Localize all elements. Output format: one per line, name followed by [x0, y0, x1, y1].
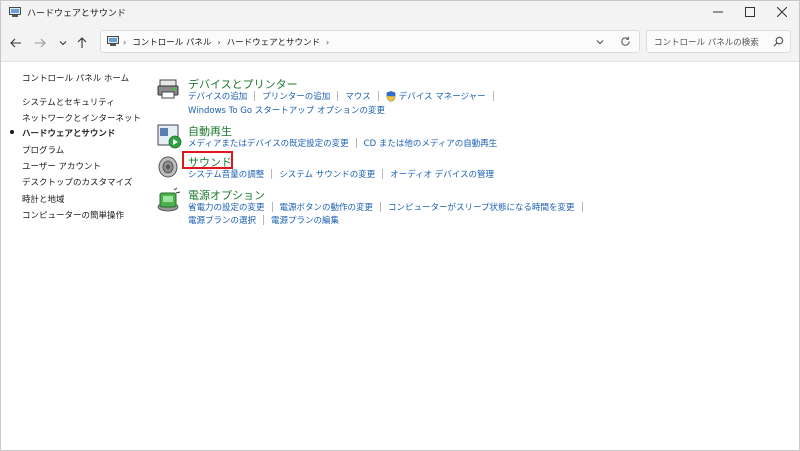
chevron-down-icon	[59, 41, 67, 46]
change-sleep-time-link[interactable]: コンピューターがスリープ状態になる時間を変更	[388, 201, 575, 213]
arrow-right-icon	[35, 38, 46, 48]
autoplay-icon	[157, 124, 182, 149]
arrow-up-icon	[77, 37, 87, 48]
change-system-sounds-link[interactable]: システム サウンドの変更	[279, 168, 375, 180]
search-box[interactable]: コントロール パネルの検索	[646, 30, 791, 53]
link-separator	[337, 91, 339, 101]
sound-highlight-box	[182, 151, 233, 169]
link-separator	[355, 138, 357, 148]
back-button[interactable]	[9, 36, 23, 50]
breadcrumb: › コントロール パネル › ハードウェアとサウンド ›	[123, 36, 335, 49]
speaker-icon	[158, 156, 178, 178]
link-separator	[254, 91, 256, 101]
adjust-system-volume-link[interactable]: システム音量の調整	[188, 168, 264, 180]
printer-icon	[157, 79, 179, 99]
windows-to-go-link[interactable]: Windows To Go スタートアップ オプションの変更	[188, 104, 385, 116]
sound-links: システム音量の調整 システム サウンドの変更 オーディオ デバイスの管理	[188, 168, 494, 180]
nav-item-clock-region[interactable]: 時計と地域	[22, 193, 65, 205]
close-icon	[777, 7, 787, 17]
autoplay-links: メディアまたはデバイスの既定設定の変更 CD または他のメディアの自動再生	[188, 137, 497, 149]
address-bar[interactable]: › コントロール パネル › ハードウェアとサウンド ›	[100, 30, 640, 53]
close-button[interactable]	[765, 1, 799, 23]
search-icon[interactable]	[773, 36, 784, 47]
control-panel-window: ハードウェアとサウンド › コントロール パネル › ハードウェアとサウンド ›…	[0, 0, 800, 451]
edit-power-plan-link[interactable]: 電源プランの編集	[271, 214, 339, 226]
nav-item-programs[interactable]: プログラム	[22, 144, 64, 156]
chevron-down-icon[interactable]	[595, 37, 605, 47]
up-button[interactable]	[75, 36, 89, 50]
power-options-links: 省電力の設定の変更 電源ボタンの動作の変更 コンピューターがスリープ状態になる時…	[188, 201, 590, 213]
recent-locations-button[interactable]	[56, 36, 70, 50]
title-bar: ハードウェアとサウンド	[1, 1, 799, 25]
link-separator	[492, 91, 494, 101]
link-separator	[380, 202, 382, 212]
breadcrumb-hardware-sound[interactable]: ハードウェアとサウンド	[227, 36, 320, 48]
control-panel-icon	[9, 7, 21, 17]
search-input[interactable]: コントロール パネルの検索	[654, 36, 759, 48]
chevron-right-icon: ›	[123, 37, 127, 47]
add-printer-link[interactable]: プリンターの追加	[262, 90, 330, 102]
nav-item-system-security[interactable]: システムとセキュリティ	[22, 96, 115, 108]
link-separator	[271, 169, 273, 179]
autoplay-cd-link[interactable]: CD または他のメディアの自動再生	[364, 137, 498, 149]
add-device-link[interactable]: デバイスの追加	[188, 90, 247, 102]
power-options-links-row2: 電源プランの選択 電源プランの編集	[188, 214, 339, 226]
refresh-icon[interactable]	[620, 36, 631, 47]
link-separator	[263, 215, 265, 225]
nav-item-hardware-sound[interactable]: ハードウェアとサウンド	[22, 127, 115, 139]
uac-shield-icon	[386, 90, 396, 102]
nav-item-ease-of-access[interactable]: コンピューターの簡単操作	[22, 209, 124, 221]
maximize-icon	[745, 7, 755, 17]
link-separator	[377, 91, 379, 101]
power-options-icon	[157, 187, 181, 212]
mouse-link[interactable]: マウス	[345, 90, 371, 102]
change-default-media-settings-link[interactable]: メディアまたはデバイスの既定設定の変更	[188, 137, 349, 149]
device-manager-link[interactable]: デバイス マネージャー	[399, 90, 486, 102]
arrow-left-icon	[10, 38, 21, 48]
forward-button[interactable]	[33, 36, 47, 50]
link-separator	[382, 169, 384, 179]
maximize-button[interactable]	[733, 1, 767, 23]
link-separator	[271, 202, 273, 212]
nav-item-appearance[interactable]: デスクトップのカスタマイズ	[22, 176, 132, 188]
current-item-bullet	[10, 130, 14, 134]
change-power-button-link[interactable]: 電源ボタンの動作の変更	[280, 201, 374, 213]
nav-item-network-internet[interactable]: ネットワークとインターネット	[22, 112, 141, 124]
manage-audio-devices-link[interactable]: オーディオ デバイスの管理	[390, 168, 494, 180]
minimize-icon	[713, 11, 723, 13]
devices-printers-links: デバイスの追加 プリンターの追加 マウス デバイス マネージャー	[188, 90, 501, 102]
control-panel-icon	[107, 36, 119, 46]
devices-printers-links-row2: Windows To Go スタートアップ オプションの変更	[188, 104, 385, 116]
control-panel-home-link[interactable]: コントロール パネル ホーム	[22, 72, 129, 84]
choose-power-plan-link[interactable]: 電源プランの選択	[188, 214, 256, 226]
navigation-bar: › コントロール パネル › ハードウェアとサウンド › コントロール パネルの…	[1, 25, 799, 62]
chevron-right-icon[interactable]: ›	[217, 38, 220, 47]
change-power-saving-settings-link[interactable]: 省電力の設定の変更	[188, 201, 265, 213]
window-title: ハードウェアとサウンド	[27, 9, 126, 19]
minimize-button[interactable]	[701, 1, 735, 23]
breadcrumb-control-panel[interactable]: コントロール パネル	[132, 36, 211, 48]
link-separator	[581, 202, 583, 212]
chevron-right-icon[interactable]: ›	[326, 38, 329, 47]
nav-item-user-accounts[interactable]: ユーザー アカウント	[22, 160, 101, 172]
